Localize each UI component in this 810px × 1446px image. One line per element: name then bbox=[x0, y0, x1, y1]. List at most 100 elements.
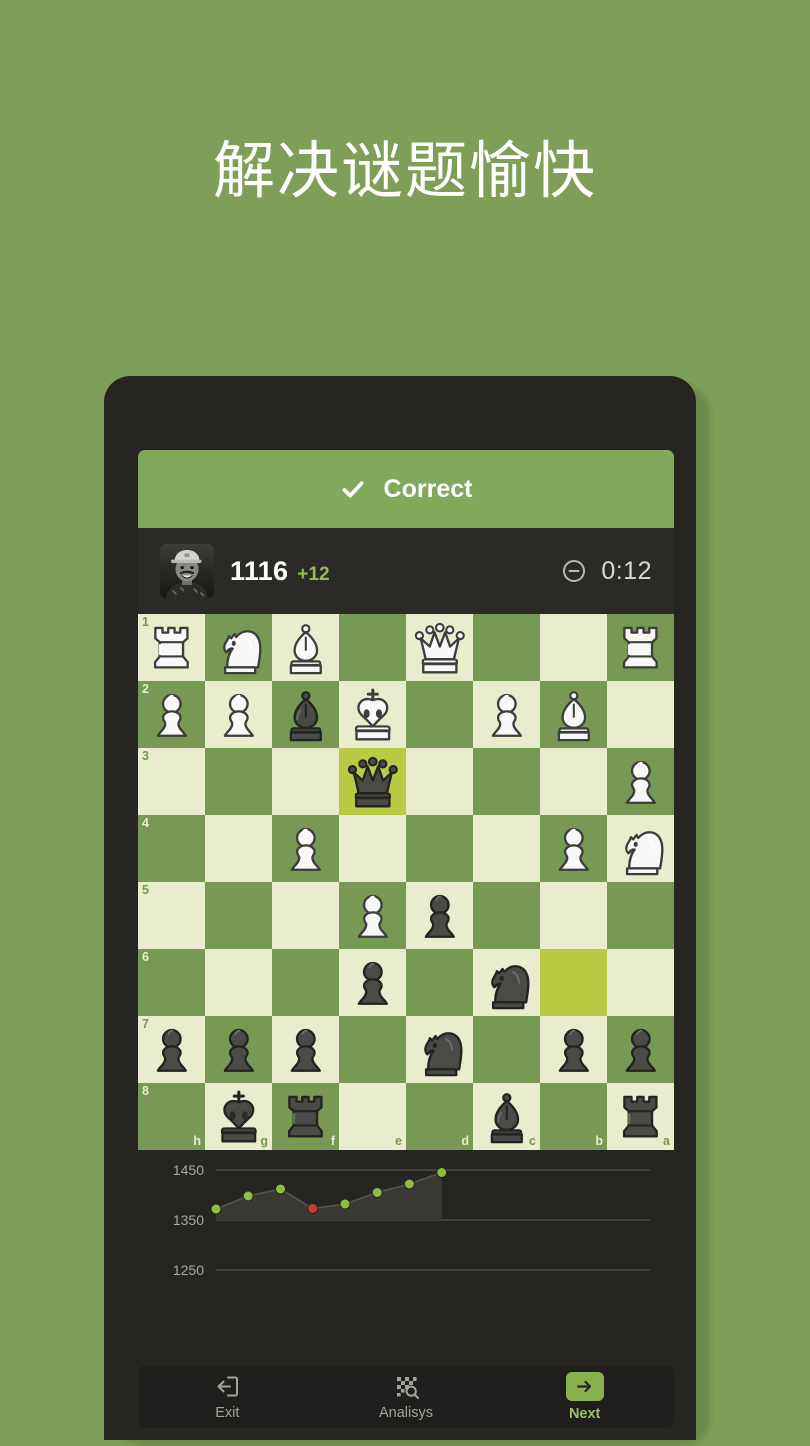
nav-item-exit[interactable]: Exit bbox=[138, 1366, 317, 1428]
black-pawn-icon[interactable] bbox=[275, 1019, 337, 1081]
board-square-a1[interactable] bbox=[607, 614, 674, 681]
chart-point-5[interactable] bbox=[339, 1198, 351, 1210]
board-square-h8[interactable]: 8h bbox=[138, 1083, 205, 1150]
board-square-c1[interactable] bbox=[473, 614, 540, 681]
board-square-a5[interactable] bbox=[607, 882, 674, 949]
white-pawn-icon[interactable] bbox=[208, 684, 270, 746]
white-king-icon[interactable] bbox=[342, 684, 404, 746]
board-square-c5[interactable] bbox=[473, 882, 540, 949]
board-square-c3[interactable] bbox=[473, 748, 540, 815]
board-square-d3[interactable] bbox=[406, 748, 473, 815]
board-square-b7[interactable] bbox=[540, 1016, 607, 1083]
board-square-g4[interactable] bbox=[205, 815, 272, 882]
board-square-f8[interactable]: f bbox=[272, 1083, 339, 1150]
board-square-c7[interactable] bbox=[473, 1016, 540, 1083]
board-square-c2[interactable] bbox=[473, 681, 540, 748]
chart-point-8[interactable] bbox=[436, 1167, 448, 1178]
white-knight-icon[interactable] bbox=[208, 617, 270, 679]
black-knight-icon[interactable] bbox=[409, 1019, 471, 1081]
board-square-c8[interactable]: c bbox=[473, 1083, 540, 1150]
white-pawn-icon[interactable] bbox=[141, 684, 203, 746]
board-square-e6[interactable] bbox=[339, 949, 406, 1016]
black-queen-icon[interactable] bbox=[342, 751, 404, 813]
board-square-h1[interactable]: 1 bbox=[138, 614, 205, 681]
white-pawn-icon[interactable] bbox=[543, 818, 605, 880]
board-square-a4[interactable] bbox=[607, 815, 674, 882]
board-square-g6[interactable] bbox=[205, 949, 272, 1016]
board-square-e7[interactable] bbox=[339, 1016, 406, 1083]
black-pawn-icon[interactable] bbox=[543, 1019, 605, 1081]
black-rook-icon[interactable] bbox=[610, 1086, 672, 1148]
chess-board[interactable]: 1 2 3 4 5 6 7 8 h g f e d c b a bbox=[138, 614, 674, 1150]
board-square-e2[interactable] bbox=[339, 681, 406, 748]
board-square-a8[interactable]: a bbox=[607, 1083, 674, 1150]
board-square-d8[interactable]: d bbox=[406, 1083, 473, 1150]
board-square-d5[interactable] bbox=[406, 882, 473, 949]
board-square-h4[interactable]: 4 bbox=[138, 815, 205, 882]
board-square-b4[interactable] bbox=[540, 815, 607, 882]
board-square-f3[interactable] bbox=[272, 748, 339, 815]
board-square-f2[interactable] bbox=[272, 681, 339, 748]
board-square-h2[interactable]: 2 bbox=[138, 681, 205, 748]
board-square-h6[interactable]: 6 bbox=[138, 949, 205, 1016]
board-square-d6[interactable] bbox=[406, 949, 473, 1016]
board-square-b1[interactable] bbox=[540, 614, 607, 681]
nav-item-next[interactable]: Next bbox=[495, 1366, 674, 1428]
white-bishop-icon[interactable] bbox=[275, 617, 337, 679]
white-knight-icon[interactable] bbox=[610, 818, 672, 880]
board-square-a7[interactable] bbox=[607, 1016, 674, 1083]
black-pawn-icon[interactable] bbox=[342, 952, 404, 1014]
chart-point-7[interactable] bbox=[403, 1178, 415, 1190]
black-pawn-icon[interactable] bbox=[208, 1019, 270, 1081]
white-bishop-icon[interactable] bbox=[543, 684, 605, 746]
board-square-d2[interactable] bbox=[406, 681, 473, 748]
chart-point-1[interactable] bbox=[210, 1203, 222, 1215]
white-rook-icon[interactable] bbox=[141, 617, 203, 679]
black-pawn-icon[interactable] bbox=[610, 1019, 672, 1081]
white-pawn-icon[interactable] bbox=[275, 818, 337, 880]
white-pawn-icon[interactable] bbox=[342, 885, 404, 947]
board-square-g8[interactable]: g bbox=[205, 1083, 272, 1150]
board-square-h5[interactable]: 5 bbox=[138, 882, 205, 949]
board-square-a2[interactable] bbox=[607, 681, 674, 748]
black-bishop-icon[interactable] bbox=[275, 684, 337, 746]
arrow-right-icon[interactable] bbox=[565, 1372, 604, 1401]
board-square-g7[interactable] bbox=[205, 1016, 272, 1083]
board-square-d4[interactable] bbox=[406, 815, 473, 882]
black-rook-icon[interactable] bbox=[275, 1086, 337, 1148]
white-queen-icon[interactable] bbox=[409, 617, 471, 679]
board-square-g2[interactable] bbox=[205, 681, 272, 748]
board-square-a6[interactable] bbox=[607, 949, 674, 1016]
board-square-f6[interactable] bbox=[272, 949, 339, 1016]
board-square-g3[interactable] bbox=[205, 748, 272, 815]
board-square-e8[interactable]: e bbox=[339, 1083, 406, 1150]
white-rook-icon[interactable] bbox=[610, 617, 672, 679]
nav-item-analysis[interactable]: Analisys bbox=[317, 1366, 496, 1428]
board-square-f4[interactable] bbox=[272, 815, 339, 882]
board-square-d1[interactable] bbox=[406, 614, 473, 681]
black-pawn-icon[interactable] bbox=[409, 885, 471, 947]
board-square-b2[interactable] bbox=[540, 681, 607, 748]
board-square-c4[interactable] bbox=[473, 815, 540, 882]
board-square-a3[interactable] bbox=[607, 748, 674, 815]
chart-point-3[interactable] bbox=[275, 1183, 286, 1195]
board-square-h3[interactable]: 3 bbox=[138, 748, 205, 815]
avatar[interactable] bbox=[160, 544, 214, 598]
board-square-e4[interactable] bbox=[339, 815, 406, 882]
black-king-icon[interactable] bbox=[208, 1086, 270, 1148]
board-square-e5[interactable] bbox=[339, 882, 406, 949]
board-square-h7[interactable]: 7 bbox=[138, 1016, 205, 1083]
board-square-f5[interactable] bbox=[272, 882, 339, 949]
white-pawn-icon[interactable] bbox=[476, 684, 538, 746]
chart-point-4[interactable] bbox=[307, 1203, 319, 1214]
board-square-e1[interactable] bbox=[339, 614, 406, 681]
chart-point-6[interactable] bbox=[371, 1187, 383, 1198]
board-square-d7[interactable] bbox=[406, 1016, 473, 1083]
board-square-g1[interactable] bbox=[205, 614, 272, 681]
board-square-b5[interactable] bbox=[540, 882, 607, 949]
board-square-f7[interactable] bbox=[272, 1016, 339, 1083]
board-square-c6[interactable] bbox=[473, 949, 540, 1016]
board-square-b3[interactable] bbox=[540, 748, 607, 815]
board-square-f1[interactable] bbox=[272, 614, 339, 681]
black-pawn-icon[interactable] bbox=[141, 1019, 203, 1081]
